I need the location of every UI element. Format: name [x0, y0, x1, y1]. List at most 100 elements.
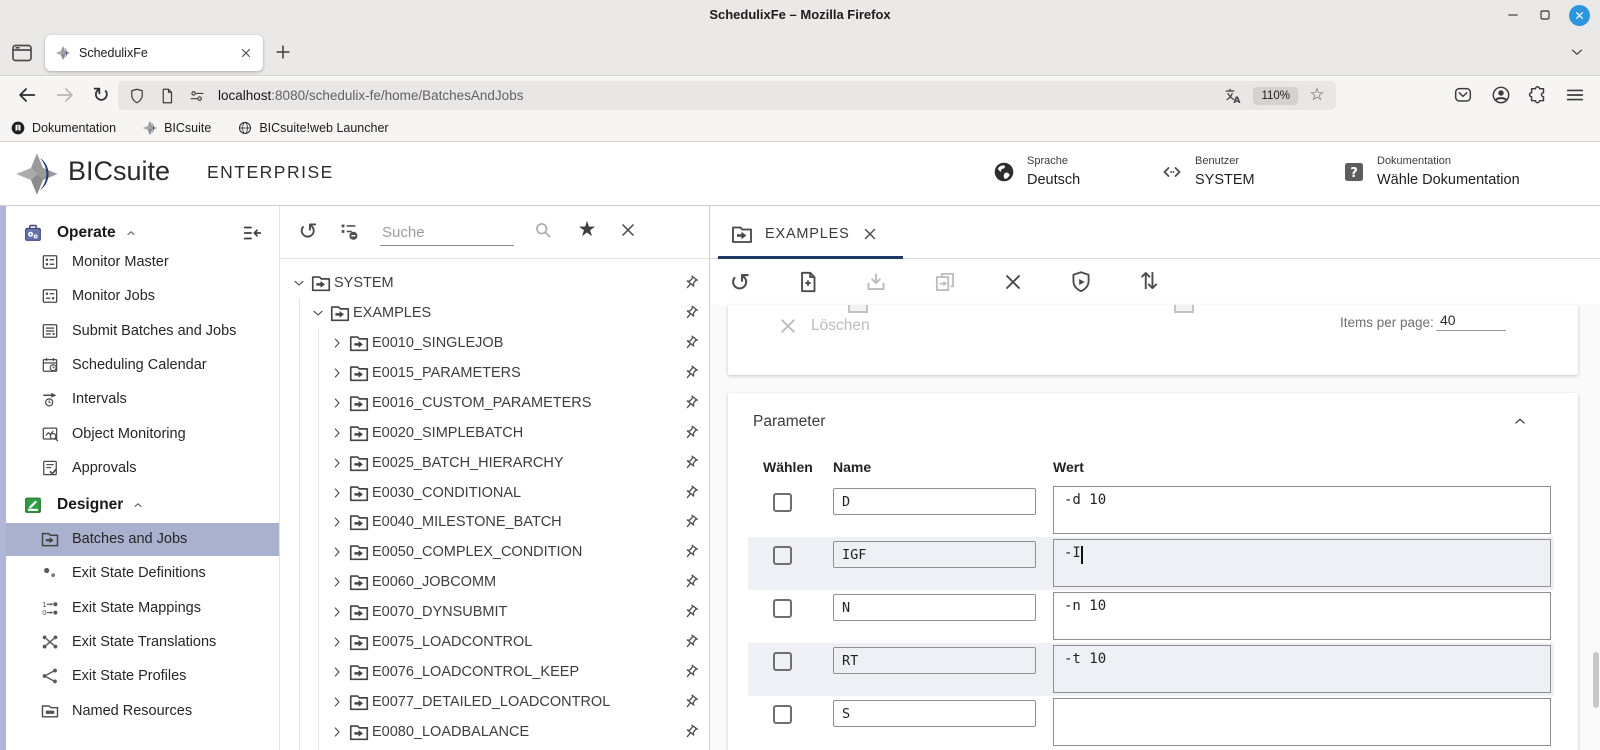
parameter-value-textarea[interactable] [1053, 539, 1551, 587]
clear-search-icon[interactable] [618, 220, 638, 240]
bookmark-dokumentation[interactable]: Dokumentation [10, 120, 116, 136]
back-button[interactable] [16, 84, 38, 106]
tab-examples[interactable]: EXAMPLES [718, 212, 891, 256]
parameter-value-textarea[interactable] [1053, 645, 1551, 693]
pin-icon[interactable] [683, 305, 699, 321]
tree-node-e0077-detailed-loadcontrol[interactable]: E0077_DETAILED_LOADCONTROL [280, 687, 709, 717]
tree-node-e0020-simplebatch[interactable]: E0020_SIMPLEBATCH [280, 418, 709, 448]
menu-icon[interactable] [1564, 84, 1586, 106]
tree-node-e0030-conditional[interactable]: E0030_CONDITIONAL [280, 478, 709, 508]
tree-node-e0060-jobcomm[interactable]: E0060_JOBCOMM [280, 567, 709, 597]
pin-icon[interactable] [683, 604, 699, 620]
window-minimize-button[interactable] [1505, 7, 1521, 23]
tree-node-e0050-complex-condition[interactable]: E0050_COMPLEX_CONDITION [280, 537, 709, 567]
collapsed-chevron-icon[interactable] [329, 485, 345, 501]
collapsed-chevron-icon[interactable] [329, 604, 345, 620]
language-selector[interactable]: Sprache Deutsch [992, 155, 1080, 188]
parameter-value-textarea[interactable] [1053, 698, 1551, 746]
tree-node-e0080-loadbalance[interactable]: E0080_LOADBALANCE [280, 717, 709, 747]
bookmark-bicsuite-web-launcher[interactable]: BICsuite!web Launcher [237, 120, 389, 136]
sidebar-item-monitor-jobs[interactable]: Monitor Jobs [6, 280, 279, 313]
parameter-name-input[interactable] [833, 488, 1036, 515]
sidebar-item-monitor-master[interactable]: Monitor Master [6, 246, 279, 279]
parameter-value-textarea[interactable] [1053, 486, 1551, 534]
tree-refresh-button[interactable]: ↺ [296, 220, 320, 244]
row-select-checkbox[interactable] [773, 546, 792, 565]
url-bar[interactable]: localhost:8080/schedulix-fe/home/Batches… [118, 81, 1336, 110]
collapsed-chevron-icon[interactable] [329, 455, 345, 471]
detail-tab-close-icon[interactable] [861, 225, 879, 243]
items-per-page-input[interactable] [1436, 310, 1506, 331]
pin-icon[interactable] [683, 724, 699, 740]
window-maximize-button[interactable] [1537, 7, 1553, 23]
sidebar-item-exit-state-translations[interactable]: Exit State Translations [6, 625, 279, 658]
collapsed-chevron-icon[interactable] [329, 634, 345, 650]
tree-search-input[interactable] [380, 222, 514, 246]
pin-icon[interactable] [683, 544, 699, 560]
pin-icon[interactable] [683, 485, 699, 501]
tree-node-e0025-batch-hierarchy[interactable]: E0025_BATCH_HIERARCHY [280, 448, 709, 478]
sidebar-item-scheduling-calendar[interactable]: Scheduling Calendar [6, 348, 279, 381]
collapsed-chevron-icon[interactable] [329, 664, 345, 680]
row-select-checkbox[interactable] [773, 599, 792, 618]
sidebar-item-exit-state-mappings[interactable]: 1 0 Exit State Mappings [6, 591, 279, 624]
collapse-section-icon[interactable] [1512, 413, 1528, 429]
pin-icon[interactable] [683, 425, 699, 441]
collapsed-chevron-icon[interactable] [329, 395, 345, 411]
parameter-name-input[interactable] [833, 647, 1036, 674]
row-select-checkbox[interactable] [773, 705, 792, 724]
tree-node-e0015-parameters[interactable]: E0015_PARAMETERS [280, 358, 709, 388]
list-all-tabs-button[interactable] [1568, 43, 1586, 61]
translate-icon[interactable]: A [1223, 86, 1243, 106]
reload-button[interactable]: ↻ [90, 84, 112, 106]
pin-icon[interactable] [683, 335, 699, 351]
pin-icon[interactable] [683, 395, 699, 411]
pocket-icon[interactable] [1452, 84, 1474, 106]
parameter-value-textarea[interactable] [1053, 592, 1551, 640]
parameter-name-input[interactable] [833, 700, 1036, 727]
pin-icon[interactable] [683, 694, 699, 710]
tree-node-e0010-singlejob[interactable]: E0010_SINGLEJOB [280, 328, 709, 358]
permissions-icon[interactable] [188, 87, 206, 105]
browser-tab[interactable]: SchedulixFe [45, 35, 263, 71]
pin-icon[interactable] [683, 365, 699, 381]
tree-node-system[interactable]: SYSTEM [280, 268, 709, 298]
bookmark-star-icon[interactable]: ☆ [1308, 87, 1326, 105]
collapsed-chevron-icon[interactable] [329, 514, 345, 530]
close-button[interactable] [1001, 270, 1025, 294]
sidebar-item-exit-state-profiles[interactable]: Exit State Profiles [6, 660, 279, 693]
new-tab-button[interactable] [273, 42, 293, 62]
sidebar-item-submit-batches-and-jobs[interactable]: Submit Batches and Jobs [6, 314, 279, 347]
pin-icon[interactable] [683, 634, 699, 650]
tree-node-examples[interactable]: EXAMPLES [280, 298, 709, 328]
new-object-button[interactable] [795, 269, 821, 295]
row-select-checkbox[interactable] [773, 652, 792, 671]
parameter-name-input[interactable] [833, 594, 1036, 621]
expanded-chevron-icon[interactable] [310, 305, 326, 321]
tree-node-e0076-loadcontrol-keep[interactable]: E0076_LOADCONTROL_KEEP [280, 657, 709, 687]
user-selector[interactable]: Benutzer SYSTEM [1160, 155, 1255, 188]
pin-icon[interactable] [683, 574, 699, 590]
pin-icon[interactable] [683, 275, 699, 291]
sort-reorder-button[interactable]: ⇅ [1137, 270, 1161, 294]
zoom-level-badge[interactable]: 110% [1253, 86, 1298, 105]
search-icon[interactable] [533, 220, 553, 240]
sidebar-item-intervals[interactable]: Intervals [6, 383, 279, 416]
window-close-button[interactable] [1569, 4, 1590, 26]
collapsed-chevron-icon[interactable] [329, 425, 345, 441]
bookmark-bicsuite[interactable]: BICsuite [142, 120, 211, 136]
scrollbar-thumb[interactable] [1593, 652, 1599, 708]
row-select-checkbox[interactable] [773, 493, 792, 512]
extensions-icon[interactable] [1527, 84, 1549, 106]
tree-filter-button[interactable] [338, 220, 360, 242]
collapsed-chevron-icon[interactable] [329, 544, 345, 560]
tree-node-e0070-dynsubmit[interactable]: E0070_DYNSUBMIT [280, 597, 709, 627]
sidebar-item-named-resources[interactable]: Named Resources [6, 694, 279, 727]
sidebar-section-designer[interactable]: Designer [6, 489, 279, 521]
sidebar-section-operate[interactable]: Operate [6, 217, 279, 249]
sidebar-item-approvals[interactable]: Approvals [6, 451, 279, 484]
tree-node-e0016-custom-parameters[interactable]: E0016_CUSTOM_PARAMETERS [280, 388, 709, 418]
pin-icon[interactable] [683, 455, 699, 471]
sidebar-item-batches-and-jobs[interactable]: Batches and Jobs [6, 522, 279, 556]
tree-node-e0040-milestone-batch[interactable]: E0040_MILESTONE_BATCH [280, 507, 709, 537]
